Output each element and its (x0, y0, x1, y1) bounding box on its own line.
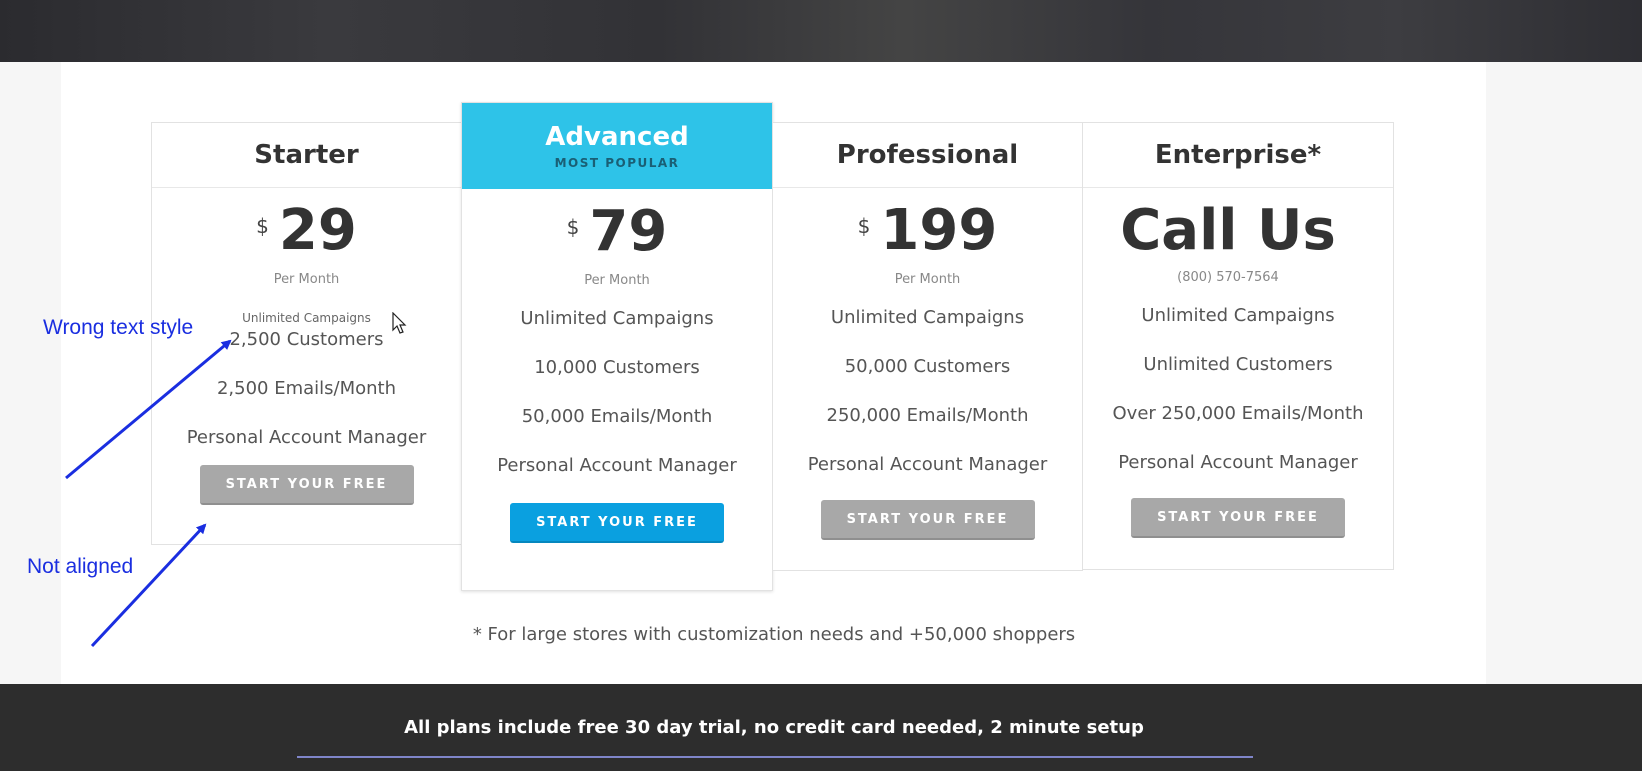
arrow-to-feature-text (65, 339, 232, 480)
annotation-arrows (65, 339, 232, 648)
mouse-pointer-icon (392, 312, 407, 334)
arrow-to-trial-button (90, 523, 207, 648)
